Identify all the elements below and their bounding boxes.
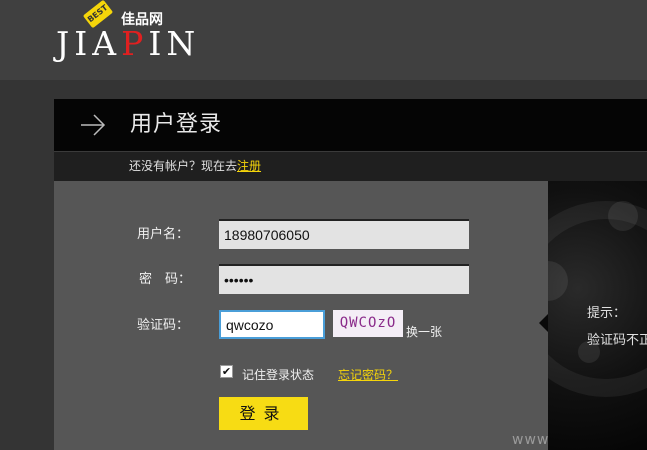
decor-bubble <box>548 261 568 301</box>
logo-wordmark: JIAPIN <box>56 24 201 63</box>
arrow-right-icon <box>81 114 106 136</box>
remember-checkbox[interactable]: ✔ <box>220 365 233 378</box>
page-title: 用户登录 <box>130 112 223 137</box>
tip-message: 验证码不正确 <box>587 333 647 348</box>
refresh-captcha-link[interactable]: 换一张 <box>406 323 442 340</box>
password-input[interactable] <box>219 264 469 294</box>
register-link[interactable]: 注册 <box>237 159 261 173</box>
no-account-text: 还没有帐户？现在去 <box>129 159 238 173</box>
remember-label: 记住登录状态 <box>242 368 315 382</box>
forgot-password-link[interactable]: 忘记密码？ <box>338 366 398 383</box>
password-label: 密 码： <box>139 272 192 287</box>
username-label: 用户名： <box>137 227 190 242</box>
watermark-text: www <box>512 432 550 448</box>
register-prompt: 还没有帐户？现在去注册 <box>129 158 261 174</box>
logo-chinese-name: 佳品网 <box>121 12 163 28</box>
username-input[interactable] <box>219 219 469 249</box>
tip-pointer <box>539 314 548 332</box>
login-button[interactable]: 登录 <box>219 397 308 430</box>
captcha-input[interactable] <box>219 310 325 339</box>
captcha-label: 验证码： <box>137 318 190 333</box>
decor-bubble <box>608 201 638 231</box>
tip-label: 提示： <box>587 306 627 321</box>
captcha-image[interactable]: QWCOzO <box>333 310 403 337</box>
